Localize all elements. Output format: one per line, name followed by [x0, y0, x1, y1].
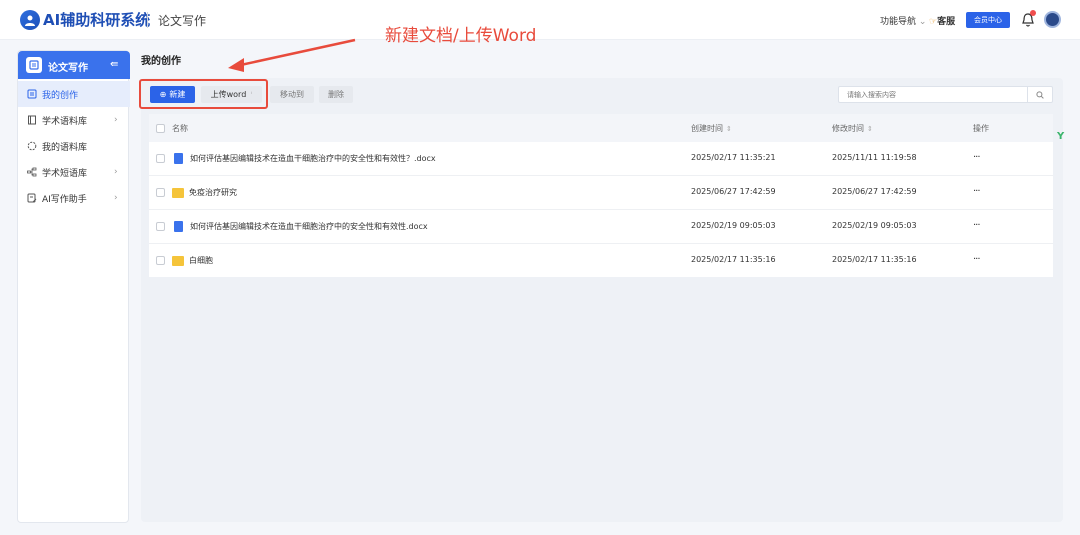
word-file-icon	[174, 153, 183, 164]
customer-service-label: 客服	[937, 17, 956, 27]
header-divider	[147, 12, 148, 28]
sidebar-item-label: 学术语料库	[42, 116, 88, 127]
more-actions-button[interactable]: ···	[973, 254, 980, 265]
annotation-arrow-icon	[228, 38, 356, 72]
header-created-sort[interactable]: 创建时间 ⇕	[691, 123, 732, 134]
row-checkbox[interactable]	[156, 154, 165, 163]
page-title: 我的创作	[141, 56, 181, 67]
ai-document-icon	[27, 193, 37, 203]
sidebar-item-label: AI写作助手	[42, 194, 87, 205]
paper-writing-icon	[26, 57, 42, 73]
table-header: 名称 创建时间 ⇕ 修改时间 ⇕ 操作	[149, 114, 1053, 142]
move-to-button[interactable]: 移动到	[270, 86, 314, 103]
sidebar-item-label: 我的创作	[42, 90, 79, 101]
feature-nav-label: 功能导航	[880, 17, 917, 27]
floating-widget-icon[interactable]: Y	[1057, 131, 1064, 142]
file-name[interactable]: 如何评估基因编辑技术在造血干细胞治疗中的安全性和有效性.docx	[190, 221, 428, 232]
row-checkbox[interactable]	[156, 222, 165, 231]
sidebar-header: 论文写作 ⇚	[18, 51, 130, 79]
created-time: 2025/02/17 11:35:16	[691, 255, 776, 264]
document-icon	[27, 89, 37, 99]
header-modified: 修改时间	[832, 124, 864, 133]
sidebar-title: 论文写作	[48, 63, 88, 74]
search-input[interactable]	[839, 87, 1027, 102]
chevron-right-icon: ›	[114, 167, 118, 177]
row-checkbox[interactable]	[156, 188, 165, 197]
delete-button[interactable]: 删除	[319, 86, 353, 103]
table-row[interactable]: 免疫治疗研究 2025/06/27 17:42:59 2025/06/27 17…	[149, 176, 1053, 210]
search-icon	[1036, 90, 1044, 99]
select-all-checkbox[interactable]	[156, 124, 165, 133]
modified-time: 2025/06/27 17:42:59	[832, 187, 917, 196]
annotation-text: 新建文档/上传Word	[385, 26, 537, 46]
modified-time: 2025/02/17 11:35:16	[832, 255, 917, 264]
folder-icon	[172, 188, 184, 198]
more-actions-button[interactable]: ···	[973, 152, 980, 163]
chevron-right-icon: ›	[114, 115, 118, 125]
more-actions-button[interactable]: ···	[973, 220, 980, 231]
collapse-icon[interactable]: ⇚	[110, 59, 118, 70]
word-file-icon	[174, 221, 183, 232]
search-button[interactable]	[1027, 87, 1052, 102]
file-name[interactable]: 如何评估基因编辑技术在造血干细胞治疗中的安全性和有效性？.docx	[190, 153, 436, 164]
logo-icon[interactable]	[20, 10, 40, 30]
sidebar-item-my-corpus[interactable]: 我的语料库	[18, 133, 130, 159]
section-title: 论文写作	[158, 14, 207, 28]
file-table: 名称 创建时间 ⇕ 修改时间 ⇕ 操作 如何评估基因编辑技术在造血干细胞治疗中的安全…	[149, 114, 1053, 277]
modified-time: 2025/11/11 11:19:58	[832, 153, 917, 162]
table-row[interactable]: 如何评估基因编辑技术在造血干细胞治疗中的安全性和有效性.docx 2025/02…	[149, 210, 1053, 244]
member-center-button[interactable]: 会员中心	[966, 12, 1010, 28]
feature-nav-link[interactable]: 功能导航 ⌄	[880, 14, 926, 27]
avatar[interactable]	[1044, 11, 1061, 28]
notification-badge	[1030, 10, 1036, 16]
header-actions: 操作	[973, 124, 989, 133]
row-checkbox[interactable]	[156, 256, 165, 265]
service-hand-icon: ☞	[929, 17, 938, 27]
created-time: 2025/02/17 11:35:21	[691, 153, 776, 162]
library-icon	[28, 115, 36, 125]
loading-circle-icon	[27, 141, 37, 151]
header-modified-sort[interactable]: 修改时间 ⇕	[832, 123, 873, 134]
top-header: AI辅助科研系统 论文写作 功能导航 ⌄ ☞客服 会员中心	[0, 0, 1080, 40]
app-title[interactable]: AI辅助科研系统	[43, 9, 150, 30]
created-time: 2025/02/19 09:05:03	[691, 221, 776, 230]
chevron-down-icon: ⌄	[916, 17, 927, 27]
sidebar-item-phrase-library[interactable]: 学术短语库 ›	[18, 159, 130, 185]
table-row[interactable]: 如何评估基因编辑技术在造血干细胞治疗中的安全性和有效性？.docx 2025/0…	[149, 142, 1053, 176]
tree-icon	[27, 167, 37, 177]
file-name[interactable]: 白细胞	[189, 255, 213, 266]
sidebar-item-ai-writing-assistant[interactable]: AI写作助手 ›	[18, 185, 130, 211]
sidebar-item-label: 我的语料库	[42, 142, 88, 153]
sidebar: 论文写作 ⇚ 我的创作 学术语料库 › 我的语料库 学术短语库 › AI写作助手…	[17, 50, 130, 523]
folder-icon	[172, 256, 184, 266]
header-name: 名称	[172, 124, 188, 133]
created-time: 2025/06/27 17:42:59	[691, 187, 776, 196]
sidebar-item-my-creations[interactable]: 我的创作	[18, 81, 130, 107]
sidebar-item-academic-corpus[interactable]: 学术语料库 ›	[18, 107, 130, 133]
sort-icon: ⇕	[726, 125, 732, 133]
sidebar-item-label: 学术短语库	[42, 168, 88, 179]
header-created: 创建时间	[691, 124, 723, 133]
search-box	[838, 86, 1053, 103]
annotation-highlight-box	[139, 79, 268, 109]
chevron-right-icon: ›	[114, 193, 118, 203]
customer-service-link[interactable]: ☞客服	[929, 14, 955, 27]
file-name[interactable]: 免疫治疗研究	[189, 187, 237, 198]
modified-time: 2025/02/19 09:05:03	[832, 221, 917, 230]
table-row[interactable]: 白细胞 2025/02/17 11:35:16 2025/02/17 11:35…	[149, 244, 1053, 278]
more-actions-button[interactable]: ···	[973, 186, 980, 197]
sort-icon: ⇕	[867, 125, 873, 133]
